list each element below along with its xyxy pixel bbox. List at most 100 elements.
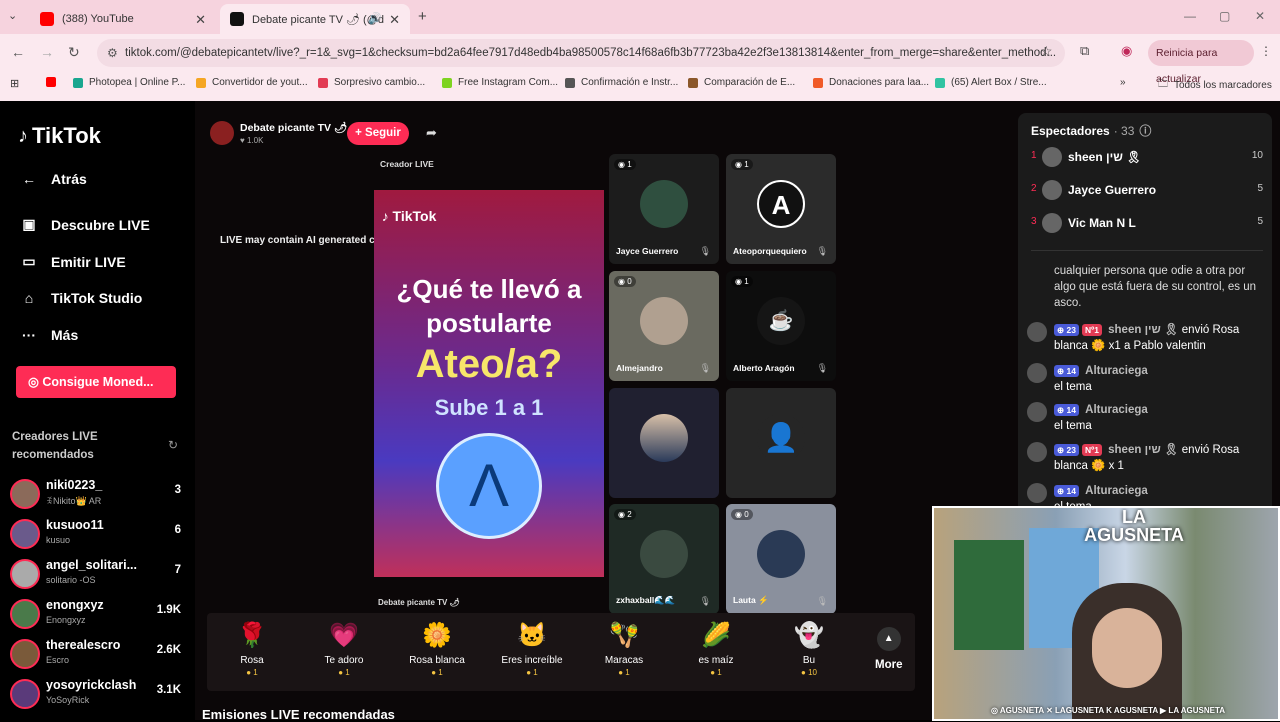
empty-seat-tile[interactable]: 👤 (726, 388, 836, 498)
creator-count: 3 (174, 484, 181, 496)
nav-back-label: Atrás (51, 171, 87, 187)
gift-price: ● 1 (618, 668, 630, 677)
youtube-bookmark[interactable] (46, 77, 62, 87)
gift-price-value: 1 (717, 668, 722, 677)
creator-item[interactable]: therealescro Escro 2.6K (10, 636, 185, 672)
close-icon[interactable]: ✕ (389, 12, 400, 28)
bookmark-item[interactable]: Photopea | Online P... (73, 77, 185, 88)
wall-poster (954, 540, 1024, 650)
creator-item[interactable]: angel_solitari... solitario -OS 7 (10, 556, 185, 592)
nav-studio[interactable]: ⌂ TikTok Studio (18, 290, 143, 306)
chat-message: ⊕ 14 Alturaciega el tema (1027, 402, 1263, 434)
message-user[interactable]: Alturaciega (1085, 365, 1148, 377)
bookmark-star-icon[interactable]: ☆ (1040, 43, 1053, 60)
viewer-rank: 1 (1031, 150, 1037, 161)
guest-tile[interactable]: ◉ 0 Lauta ⚡ 🎙 (726, 504, 836, 614)
gift-te-adoro[interactable]: 💗 Te adoro ● 1 (299, 621, 389, 677)
creator-item[interactable]: kusuoo11 kusuo 6 (10, 516, 185, 552)
menu-icon[interactable]: ⋮ (1260, 44, 1272, 58)
badge-count: 1 (627, 160, 632, 169)
profile-icon[interactable]: ◉ (1121, 43, 1132, 59)
message-user[interactable]: Alturaciega (1085, 404, 1148, 416)
top-viewer[interactable]: 2 Jayce Guerrero 5 (1031, 180, 1263, 202)
message-user[interactable]: sheen שין 🎗 (1108, 324, 1178, 336)
site-info-icon[interactable]: ⚙ (107, 39, 118, 67)
bookmark-item[interactable]: Free Instagram Com... (442, 77, 558, 88)
host-video[interactable]: ♪ TikTok ¿Qué te llevó a postularte Ateo… (374, 190, 604, 577)
gift-rosa-blanca[interactable]: 🌼 Rosa blanca ● 1 (392, 621, 482, 677)
nav-back[interactable]: ← Atrás (18, 171, 87, 187)
guest-tile[interactable] (609, 388, 719, 498)
tab-tiktok[interactable]: Debate picante TV 🌶 (@d 🔊 ✕ (220, 4, 410, 34)
update-button[interactable]: Reinicia para actualizar (1148, 40, 1254, 85)
creator-sub: Escro (46, 655, 70, 665)
gift-eres-increible[interactable]: 🐱 Eres increíble ● 1 (487, 621, 577, 677)
viewer-name: Vic Man N L (1068, 216, 1136, 230)
creator-item[interactable]: yosoyrickclash YoSoyRick 3.1K (10, 676, 185, 712)
bookmark-item[interactable]: Convertidor de yout... (196, 77, 308, 88)
mic-off-icon: 🎙 (699, 246, 711, 256)
guest-tile[interactable]: ◉ 0 Almejandro 🎙 (609, 271, 719, 381)
message-user[interactable]: sheen שין 🎗 (1108, 444, 1178, 456)
creator-sub: kusuo (46, 535, 71, 545)
bookmark-item[interactable]: Sorpresivo cambio... (318, 77, 425, 88)
refresh-icon[interactable]: ↻ (168, 438, 178, 452)
spectators-header[interactable]: Espectadores · 33 ⓘ (1031, 122, 1151, 139)
cat-icon: 🐱 (517, 622, 547, 649)
close-window-button[interactable]: ✕ (1255, 9, 1265, 23)
top-viewer[interactable]: 3 Vic Man N L 5 (1031, 213, 1263, 235)
top-viewer[interactable]: 1 sheen שין 🎗 10 (1031, 147, 1263, 169)
bookmarks-overflow-icon[interactable]: » (1120, 77, 1126, 88)
nav-go-live[interactable]: ▭ Emitir LIVE (18, 253, 125, 270)
tab-youtube[interactable]: (388) YouTube ✕ (30, 4, 216, 34)
bookmark-item[interactable]: (65) Alert Box / Stre... (935, 77, 1047, 88)
nav-more-label: Más (51, 327, 79, 343)
nav-more[interactable]: ··· Más (18, 327, 78, 343)
forward-arrow-icon[interactable]: → (40, 44, 54, 60)
guest-tile[interactable]: ◉ 1 Jayce Guerrero 🎙 (609, 154, 719, 264)
extensions-icon[interactable]: ⧉ (1080, 43, 1089, 59)
follow-button[interactable]: + Seguir (347, 122, 409, 145)
person-placeholder-icon: 👤 (757, 414, 805, 462)
tab-search-icon[interactable]: ⌄ (8, 9, 17, 22)
bookmark-item[interactable]: Comparación de E... (688, 77, 795, 88)
all-bookmarks[interactable]: 🗀 Todos los marcadores (1158, 77, 1272, 94)
bookmark-label: Confirmación e Instr... (581, 77, 679, 88)
back-arrow-icon[interactable]: ← (11, 44, 25, 60)
host-info[interactable]: Debate picante TV 🌶 ♥ 1.0K (210, 121, 347, 145)
creator-live-label: Creador LIVE (380, 159, 434, 169)
host-avatar[interactable] (210, 121, 234, 145)
creator-name: yosoyrickclash (46, 678, 137, 692)
gift-bu[interactable]: 👻 Bu ● 10 (764, 621, 854, 677)
new-tab-button[interactable]: + (418, 8, 427, 25)
creator-item[interactable]: enongxyz Enongxyz 1.9K (10, 596, 185, 632)
maximize-button[interactable]: ▢ (1219, 9, 1230, 23)
speaker-icon[interactable]: 🔊 (368, 12, 382, 25)
apps-icon[interactable]: ⊞ (10, 77, 19, 90)
guest-tile[interactable]: ◉ 1 ☕ Alberto Aragón 🎙 (726, 271, 836, 381)
gift-es-maiz[interactable]: 🌽 es maíz ● 1 (671, 621, 761, 677)
share-icon[interactable]: ➦ (426, 125, 437, 141)
close-icon[interactable]: ✕ (195, 12, 206, 28)
bookmark-favicon-icon (565, 77, 575, 88)
chat-message: ⊕ 14 Alturaciega el tema (1027, 363, 1263, 395)
info-icon[interactable]: ⓘ (1139, 124, 1151, 138)
creator-item[interactable]: niki0223_ ꉂNikito👑 AR 3 (10, 476, 185, 512)
bookmark-item[interactable]: Donaciones para laa... (813, 77, 929, 88)
guest-tile[interactable]: ◉ 1 A Ateoporquequiero 🎙 (726, 154, 836, 264)
minimize-button[interactable]: — (1184, 9, 1196, 23)
reload-icon[interactable]: ↻ (68, 44, 80, 61)
gift-price: ● 1 (526, 668, 538, 677)
poster-question: ¿Qué te llevó a postularte (396, 274, 582, 338)
message-user[interactable]: Alturaciega (1085, 485, 1148, 497)
more-gifts-button[interactable]: ▲ More (875, 627, 902, 671)
gift-rosa[interactable]: 🌹 Rosa ● 1 (207, 621, 297, 677)
tiktok-logo[interactable]: ♪ TikTok (18, 123, 101, 149)
bookmark-item[interactable]: Confirmación e Instr... (565, 77, 678, 88)
url-bar[interactable]: ⚙ tiktok.com/@debatepicantetv/live?_r=1&… (97, 39, 1065, 67)
guest-tile[interactable]: ◉ 2 zxhaxball🌊🌊 🎙 (609, 504, 719, 614)
gift-maracas[interactable]: 🪇 Maracas ● 1 (579, 621, 669, 677)
viewer-name: Jayce Guerrero (1068, 183, 1157, 197)
nav-discover-live[interactable]: ▣ Descubre LIVE (18, 216, 149, 233)
get-coins-button[interactable]: ◎ Consigue Moned... (16, 366, 176, 398)
